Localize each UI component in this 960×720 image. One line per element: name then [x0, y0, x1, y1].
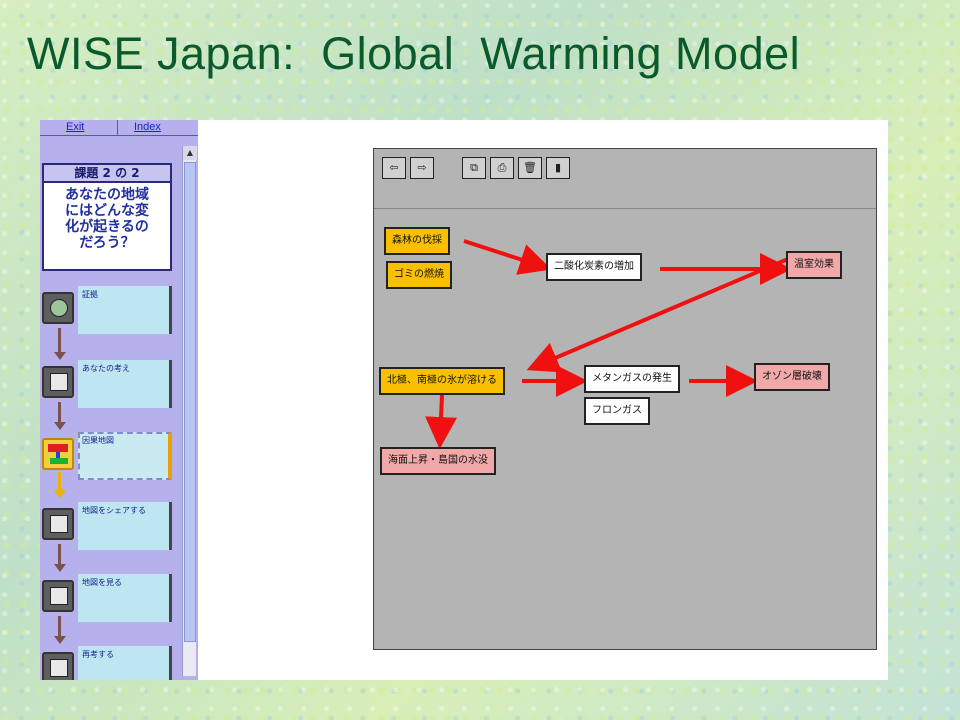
left-sidebar: Exit Index 課題 2 の 2 あなたの地域 にはどんな変 化が起きるの…	[40, 120, 198, 680]
step-arrow-icon	[54, 564, 66, 572]
node-greenhouse-effect[interactable]: 温室効果	[786, 251, 842, 279]
lesson-question: あなたの地域 にはどんな変 化が起きるの だろう？	[44, 183, 170, 255]
step-evidence[interactable]: 証拠	[40, 286, 180, 336]
node-ozone-depletion[interactable]: オゾン層破壊	[754, 363, 830, 391]
step-connector	[58, 472, 61, 492]
question-line: あなたの地域	[65, 187, 149, 203]
step-your-idea[interactable]: あなたの考え	[40, 360, 180, 410]
step-share-map[interactable]: 地図をシェアする	[40, 502, 180, 552]
step-label: 証拠	[82, 290, 98, 299]
slide-title: WISE Japan: Global Warming Model	[27, 28, 801, 79]
step-label: 因果地図	[82, 436, 114, 445]
globe-icon	[42, 292, 74, 324]
lesson-box: 課題 2 の 2 あなたの地域 にはどんな変 化が起きるの だろう？	[42, 163, 172, 271]
scroll-thumb[interactable]	[184, 162, 196, 642]
index-link[interactable]: Index	[134, 121, 161, 133]
nav-bar: Exit Index	[40, 120, 198, 136]
nav-divider	[117, 120, 118, 136]
sidebar-scrollbar[interactable]: ▲	[182, 146, 197, 676]
question-line: にはどんな変	[65, 203, 149, 219]
step-label: 再考する	[82, 650, 114, 659]
lesson-header: 課題 2 の 2	[44, 165, 170, 183]
arrow-ice-sealevel	[425, 394, 458, 449]
app-screenshot: Exit Index 課題 2 の 2 あなたの地域 にはどんな変 化が起きるの…	[40, 120, 888, 680]
arrow-deforestation-co2	[463, 239, 552, 275]
node-ice-melting[interactable]: 北極、南極の氷が溶ける	[379, 367, 505, 395]
node-co2-increase[interactable]: 二酸化炭素の増加	[546, 253, 642, 281]
step-label: あなたの考え	[82, 364, 130, 373]
node-deforestation[interactable]: 森林の伐採	[384, 227, 450, 255]
people-icon	[42, 580, 74, 612]
note-icon	[42, 366, 74, 398]
causal-map-window: ⇦ ⇨ ⧉ ⎙ 🗑 ▮ 森林の伐採 ゴミの燃焼 二酸化炭素の増加 温室効果 北極…	[373, 148, 877, 650]
step-arrow-icon	[54, 422, 66, 430]
step-reconsider[interactable]: 再考する	[40, 646, 180, 680]
step-arrow-icon	[54, 490, 66, 498]
people-icon	[42, 508, 74, 540]
exit-link[interactable]: Exit	[66, 121, 84, 133]
question-line: だろう？	[79, 235, 135, 251]
step-label: 地図をシェアする	[82, 506, 146, 515]
step-label: 地図を見る	[82, 578, 122, 587]
scroll-up-icon[interactable]: ▲	[183, 146, 197, 160]
node-freon[interactable]: フロンガス	[584, 397, 650, 425]
question-line: 化が起きるの	[65, 219, 149, 235]
map-tool-icon	[42, 438, 74, 470]
node-sea-level-rise[interactable]: 海面上昇・島国の水没	[380, 447, 496, 475]
step-causal-map[interactable]: 因果地図	[40, 432, 180, 482]
node-garbage-burning[interactable]: ゴミの燃焼	[386, 261, 452, 289]
step-view-map[interactable]: 地図を見る	[40, 574, 180, 624]
step-arrow-icon	[54, 352, 66, 360]
step-arrow-icon	[54, 636, 66, 644]
note-icon	[42, 652, 74, 680]
node-methane[interactable]: メタンガスの発生	[584, 365, 680, 393]
